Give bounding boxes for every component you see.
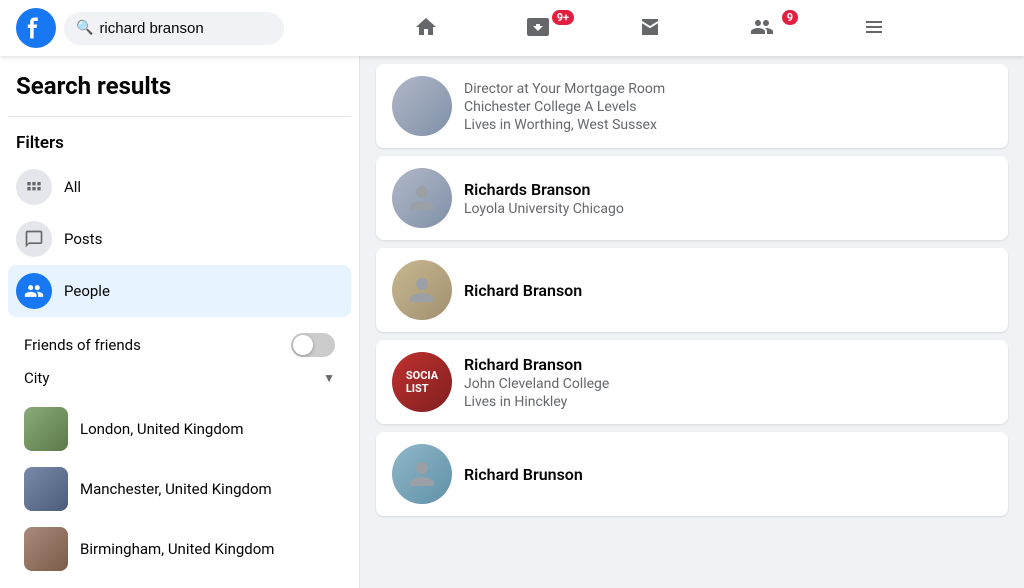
partial-detail2: Chichester College A Levels — [464, 99, 992, 115]
partial-detail3: Lives in Worthing, West Sussex — [464, 117, 992, 133]
nav-friends[interactable]: 9 — [706, 0, 818, 56]
city-list: London, United Kingdom Manchester, Unite… — [16, 395, 343, 583]
friends-of-friends-label: Friends of friends — [24, 336, 141, 354]
search-input[interactable] — [99, 20, 259, 37]
person-avatar-2: SOCIALIST — [392, 352, 452, 412]
filter-posts[interactable]: Posts — [8, 213, 351, 265]
city-thumb-london — [24, 407, 68, 451]
facebook-logo[interactable] — [16, 8, 56, 48]
person-info-2: Richard Branson John Cleveland College L… — [464, 355, 992, 410]
person-detail-2b: Lives in Hinckley — [464, 394, 992, 410]
posts-icon — [16, 221, 52, 257]
nav-video[interactable]: 9+ — [482, 0, 594, 56]
friends-of-friends-row: Friends of friends — [16, 329, 343, 361]
nav-marketplace[interactable] — [594, 0, 706, 56]
results-content: Director at Your Mortgage Room Chicheste… — [360, 56, 1024, 588]
partial-info: Director at Your Mortgage Room Chicheste… — [464, 79, 992, 133]
nav-home[interactable] — [370, 0, 482, 56]
person-info-0: Richards Branson Loyola University Chica… — [464, 180, 992, 217]
city-thumb-manchester — [24, 467, 68, 511]
person-avatar-0 — [392, 168, 452, 228]
filter-all[interactable]: All — [8, 161, 351, 213]
city-london-name: London, United Kingdom — [80, 420, 244, 438]
person-detail-0: Loyola University Chicago — [464, 201, 992, 217]
partial-detail1: Director at Your Mortgage Room — [464, 81, 992, 97]
person-info-3: Richard Brunson — [464, 465, 992, 484]
sidebar: Search results Filters All Posts People — [0, 56, 360, 588]
city-manchester-name: Manchester, United Kingdom — [80, 480, 272, 498]
person-info-1: Richard Branson — [464, 281, 992, 300]
main-layout: Search results Filters All Posts People — [0, 56, 1024, 588]
filter-people[interactable]: People — [8, 265, 351, 317]
filters-label: Filters — [8, 125, 351, 161]
person-avatar-1 — [392, 260, 452, 320]
nav-bar: 9+ 9 — [292, 0, 1008, 56]
city-filter-row[interactable]: City ▼ — [16, 361, 343, 395]
person-name-2: Richard Branson — [464, 355, 992, 374]
person-name-1: Richard Branson — [464, 281, 992, 300]
video-badge: 9+ — [550, 8, 576, 27]
city-label: City — [24, 369, 49, 387]
search-icon: 🔍 — [76, 20, 93, 36]
filter-posts-label: Posts — [64, 230, 102, 248]
city-manchester[interactable]: Manchester, United Kingdom — [16, 459, 343, 519]
city-london[interactable]: London, United Kingdom — [16, 399, 343, 459]
filter-all-label: All — [64, 178, 81, 196]
sidebar-divider — [8, 116, 351, 117]
person-name-0: Richards Branson — [464, 180, 992, 199]
sub-filters: Friends of friends City ▼ London, United… — [8, 317, 351, 587]
search-box[interactable]: 🔍 — [64, 12, 284, 45]
person-card-2[interactable]: SOCIALIST Richard Branson John Cleveland… — [376, 340, 1008, 424]
partial-avatar — [392, 76, 452, 136]
header-left: 🔍 — [16, 8, 284, 48]
filter-people-label: People — [64, 282, 110, 300]
person-avatar-3 — [392, 444, 452, 504]
person-name-3: Richard Brunson — [464, 465, 992, 484]
person-card-1[interactable]: Richard Branson — [376, 248, 1008, 332]
all-icon — [16, 169, 52, 205]
nav-menu[interactable] — [818, 0, 930, 56]
person-detail-2a: John Cleveland College — [464, 376, 992, 392]
friends-of-friends-toggle[interactable] — [291, 333, 335, 357]
person-card-3[interactable]: Richard Brunson — [376, 432, 1008, 516]
city-birmingham[interactable]: Birmingham, United Kingdom — [16, 519, 343, 579]
header: 🔍 9+ 9 — [0, 0, 1024, 56]
city-thumb-birmingham — [24, 527, 68, 571]
partial-top-card[interactable]: Director at Your Mortgage Room Chicheste… — [376, 64, 1008, 148]
friends-badge: 9 — [780, 8, 800, 27]
sidebar-title: Search results — [8, 72, 351, 108]
city-birmingham-name: Birmingham, United Kingdom — [80, 540, 274, 558]
person-card-0[interactable]: Richards Branson Loyola University Chica… — [376, 156, 1008, 240]
chevron-down-icon: ▼ — [323, 371, 335, 385]
toggle-knob — [293, 335, 313, 355]
people-icon — [16, 273, 52, 309]
